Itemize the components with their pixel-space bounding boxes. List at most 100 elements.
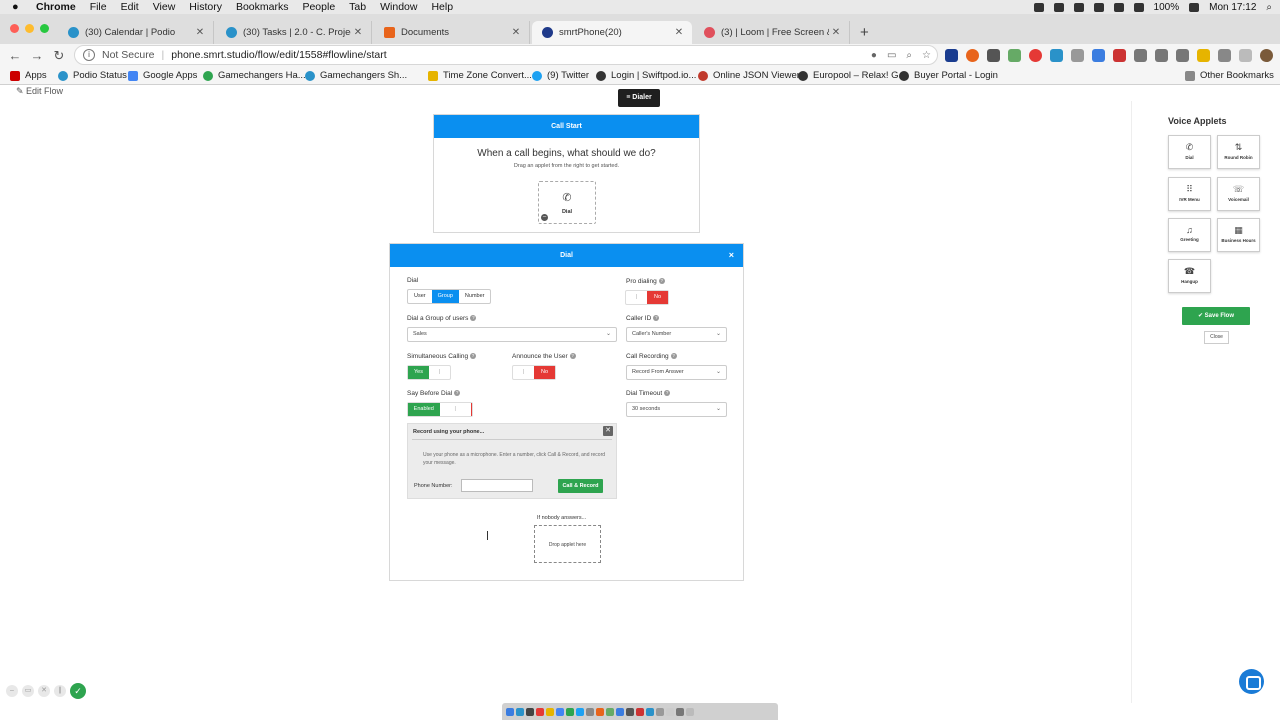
save-flow-button[interactable]: ✔ Save Flow <box>1182 307 1250 325</box>
help-icon[interactable]: ? <box>470 353 477 360</box>
dial-timeout-select[interactable]: 30 seconds ⌄ <box>626 402 727 417</box>
bookmark-other[interactable]: Other Bookmarks <box>1185 70 1274 81</box>
clock[interactable]: Mon 17:12 <box>1209 2 1256 13</box>
group-select[interactable]: Sales ⌄ <box>407 327 617 342</box>
extension-icon[interactable] <box>1113 49 1126 62</box>
dial-number-option[interactable]: Number <box>459 290 491 303</box>
finish-recording-icon[interactable]: ✓ <box>70 683 86 699</box>
wifi-icon[interactable] <box>1113 2 1124 12</box>
tab-documents[interactable]: Documents ✕ <box>374 21 530 44</box>
close-tab-icon[interactable]: ✕ <box>351 27 365 38</box>
extension-icon[interactable] <box>1155 49 1168 62</box>
forward-arrow-icon[interactable]: → <box>26 48 48 63</box>
extension-icon[interactable] <box>1134 49 1147 62</box>
menu-history[interactable]: History <box>189 1 222 13</box>
pause-icon[interactable]: ∥ <box>54 685 66 697</box>
extension-icon[interactable] <box>1176 49 1189 62</box>
drop-applet-slot[interactable]: Drop applet here <box>534 525 601 563</box>
reload-icon[interactable]: ↻ <box>48 48 70 64</box>
bookmark-json-viewer[interactable]: Online JSON Viewer <box>698 70 800 81</box>
info-icon[interactable]: i <box>83 49 95 61</box>
call-start-applet-slot[interactable]: ✆ Dial – <box>538 181 596 224</box>
pro-dialing-toggle[interactable]: | No <box>625 290 669 305</box>
app-icon[interactable] <box>636 707 644 716</box>
bookmark-timezone[interactable]: Time Zone Convert... <box>428 70 532 81</box>
simultaneous-toggle[interactable]: Yes | <box>407 365 451 380</box>
recording-icon[interactable] <box>1073 2 1084 12</box>
chat-bubble-icon[interactable] <box>1239 669 1264 694</box>
app-icon[interactable] <box>566 707 574 716</box>
trash-icon[interactable] <box>686 707 694 716</box>
app-icon[interactable] <box>616 707 624 716</box>
apple-icon[interactable]: ● <box>12 1 22 13</box>
bookmark-podio-status[interactable]: Podio Status <box>58 70 127 81</box>
app-icon[interactable] <box>526 707 534 716</box>
phone-number-input[interactable] <box>461 479 533 492</box>
app-icon[interactable] <box>516 707 524 716</box>
extension-icon[interactable] <box>945 49 958 62</box>
applet-business-hours[interactable]: ▦ Business Hours <box>1217 218 1260 252</box>
dialer-button[interactable]: ≡ Dialer <box>618 89 660 107</box>
cast-icon[interactable]: ▭ <box>887 50 896 61</box>
address-bar[interactable]: i Not Secure | phone.smrt.studio/flow/ed… <box>74 45 938 65</box>
bookmark-twitter[interactable]: (9) Twitter <box>532 70 589 81</box>
menu-file[interactable]: File <box>90 1 107 13</box>
menu-bookmarks[interactable]: Bookmarks <box>236 1 289 13</box>
cancel-icon[interactable]: ✕ <box>38 685 50 697</box>
app-icon[interactable] <box>626 707 634 716</box>
edit-flow-link[interactable]: ✎ Edit Flow <box>16 86 63 97</box>
app-icon[interactable] <box>586 707 594 716</box>
close-icon[interactable]: ✕ <box>603 426 613 436</box>
menu-view[interactable]: View <box>153 1 176 13</box>
menu-tab[interactable]: Tab <box>349 1 366 13</box>
extension-icon[interactable] <box>1092 49 1105 62</box>
help-icon[interactable]: ? <box>653 315 660 322</box>
camera-icon[interactable]: ▭ <box>22 685 34 697</box>
battery-icon[interactable] <box>1189 2 1200 12</box>
applet-round-robin[interactable]: ⇅ Round Robin <box>1217 135 1260 169</box>
close-tab-icon[interactable]: ✕ <box>509 27 523 38</box>
menu-people[interactable]: People <box>302 1 335 13</box>
bookmark-europool[interactable]: Europool – Relax! G... <box>798 70 906 81</box>
extension-icon[interactable] <box>1008 49 1021 62</box>
extension-icon[interactable] <box>1029 49 1042 62</box>
applet-greeting[interactable]: ♫ Greeting <box>1168 218 1211 252</box>
extension-icon[interactable] <box>1071 49 1084 62</box>
app-icon[interactable] <box>646 707 654 716</box>
menu-edit[interactable]: Edit <box>121 1 139 13</box>
tab-smrtphone[interactable]: smrtPhone(20) ✕ <box>532 21 692 44</box>
remove-icon[interactable]: – <box>541 214 548 221</box>
help-icon[interactable]: ? <box>470 315 477 322</box>
star-icon[interactable]: ☆ <box>922 50 931 61</box>
bookmark-gamechangers-ha[interactable]: Gamechangers Ha... <box>203 70 306 81</box>
app-icon[interactable] <box>596 707 604 716</box>
app-icon[interactable] <box>536 707 544 716</box>
close-tab-icon[interactable]: ✕ <box>829 27 843 38</box>
url-text[interactable]: phone.smrt.studio/flow/edit/1558#flowlin… <box>171 49 386 61</box>
close-tab-icon[interactable]: ✕ <box>672 27 686 38</box>
extension-icon[interactable] <box>966 49 979 62</box>
close-icon[interactable]: × <box>729 244 734 267</box>
extension-icon[interactable] <box>1218 49 1231 62</box>
cloud-icon[interactable] <box>1093 2 1104 12</box>
mic-icon[interactable]: ● <box>871 50 877 61</box>
finder-icon[interactable] <box>506 707 514 716</box>
avatar[interactable] <box>1260 49 1273 62</box>
call-and-record-button[interactable]: Call & Record <box>558 479 603 493</box>
app-icon[interactable] <box>676 707 684 716</box>
help-icon[interactable]: ? <box>664 390 671 397</box>
help-icon[interactable]: ? <box>569 353 576 360</box>
tab-calendar[interactable]: (30) Calendar | Podio ✕ <box>58 21 214 44</box>
bookmark-google-apps[interactable]: Google Apps <box>128 70 197 81</box>
say-before-toggle[interactable]: Enabled | <box>407 402 473 417</box>
extension-icon[interactable] <box>1197 49 1210 62</box>
help-icon[interactable]: ? <box>658 278 665 285</box>
caller-id-select[interactable]: Caller's Number ⌄ <box>626 327 727 342</box>
microphone-icon[interactable] <box>1033 2 1044 12</box>
close-window-button[interactable] <box>10 24 19 33</box>
call-recording-select[interactable]: Record From Answer ⌄ <box>626 365 727 380</box>
chrome-icon[interactable] <box>556 707 564 716</box>
extension-icon[interactable] <box>987 49 1000 62</box>
new-tab-button[interactable]: + <box>860 24 869 41</box>
close-button[interactable]: Close <box>1204 331 1229 344</box>
